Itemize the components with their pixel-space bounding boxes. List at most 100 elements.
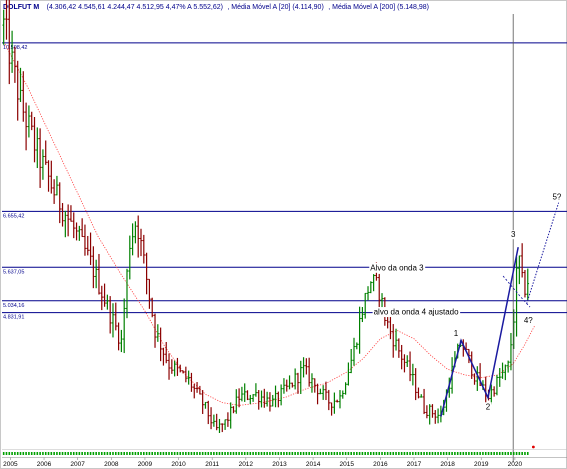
volume-bar xyxy=(33,452,36,455)
volume-bar xyxy=(524,452,526,455)
volume-bar xyxy=(431,452,434,455)
volume-bar xyxy=(512,452,515,455)
volume-bar xyxy=(207,452,210,455)
volume-bar xyxy=(403,452,406,455)
volume-bar xyxy=(521,452,523,455)
volume-bar xyxy=(288,452,291,455)
volume-bar xyxy=(159,452,162,455)
volume-bar xyxy=(274,452,277,455)
volume-bar xyxy=(95,452,97,455)
volume-bar xyxy=(361,452,364,455)
volume-bar xyxy=(311,452,313,455)
volume-bar xyxy=(507,452,509,455)
volume-bar xyxy=(381,452,383,455)
volume-bar xyxy=(100,452,103,455)
volume-bar xyxy=(252,452,254,455)
volume-bar xyxy=(356,452,358,455)
volume-bar xyxy=(232,452,235,455)
current-bar-marker xyxy=(531,445,535,449)
volume-bar xyxy=(344,452,347,455)
ma200-readout: , Média Móvel A [200] (5.148,98) xyxy=(328,4,429,11)
volume-bar xyxy=(137,452,140,455)
volume-bar xyxy=(89,452,92,455)
volume-bar xyxy=(423,452,425,455)
volume-bar xyxy=(442,452,445,455)
volume-bar xyxy=(327,452,330,455)
volume-bar xyxy=(120,452,123,455)
volume-bar xyxy=(11,452,13,455)
volume-bar xyxy=(2,452,5,455)
volume-bar xyxy=(58,452,61,455)
volume-bar xyxy=(266,452,268,455)
volume-bar xyxy=(504,452,507,455)
volume-bar xyxy=(171,452,173,455)
volume-bar xyxy=(459,452,462,455)
volume-bar xyxy=(204,452,207,455)
volume-bar xyxy=(218,452,221,455)
volume-bar xyxy=(367,452,369,455)
volume-bar xyxy=(25,452,27,455)
volume-bar xyxy=(336,452,338,455)
volume-bar xyxy=(72,452,75,455)
volume-bar xyxy=(36,452,39,455)
volume-bar xyxy=(193,452,196,455)
volume-bar xyxy=(313,452,316,455)
volume-bar xyxy=(339,452,341,455)
chart-window[interactable]: DOLFUT M (4.306,42 4.545,61 4.244,47 4.5… xyxy=(0,0,567,469)
volume-bar xyxy=(316,452,319,455)
volume-bar xyxy=(294,452,296,455)
volume-bar xyxy=(157,452,159,455)
volume-bar xyxy=(297,452,299,455)
x-tick-label: 2016 xyxy=(373,461,388,468)
volume-bar xyxy=(518,452,521,455)
volume-bar xyxy=(392,452,395,455)
x-tick-label: 2005 xyxy=(3,461,18,468)
target-annotation: alvo da onda 4 ajustado xyxy=(374,308,460,317)
volume-bar xyxy=(269,452,271,455)
volume-bar xyxy=(201,452,204,455)
volume-bar xyxy=(114,452,117,455)
volume-bar xyxy=(510,452,512,455)
volume-bar xyxy=(428,452,431,455)
volume-bar xyxy=(227,452,229,455)
x-tick-label: 2006 xyxy=(37,461,52,468)
volume-bar xyxy=(285,452,288,455)
volume-bar xyxy=(302,452,305,455)
volume-bar xyxy=(109,452,111,455)
level-label: 6.655,42 xyxy=(3,213,24,219)
volume-bar xyxy=(53,452,55,455)
volume-bar xyxy=(482,452,484,455)
volume-bar xyxy=(398,452,400,455)
volume-bar xyxy=(210,452,212,455)
x-tick-label: 2017 xyxy=(407,461,422,468)
volume-bar xyxy=(185,452,187,455)
volume-bar xyxy=(106,452,109,455)
volume-bar xyxy=(162,452,165,455)
x-tick-label: 2018 xyxy=(440,461,455,468)
volume-bar xyxy=(386,452,389,455)
volume-bar xyxy=(140,452,142,455)
volume-bar xyxy=(44,452,47,455)
volume-bar xyxy=(358,452,361,455)
volume-bar xyxy=(148,452,151,455)
price-chart[interactable]: DOLFUT M (4.306,42 4.545,61 4.244,47 4.5… xyxy=(0,0,567,469)
volume-bar xyxy=(235,452,238,455)
volume-bar xyxy=(414,452,417,455)
volume-bar xyxy=(47,452,50,455)
volume-bar xyxy=(426,452,428,455)
volume-bar xyxy=(61,452,64,455)
volume-bar xyxy=(5,452,8,455)
volume-bar xyxy=(243,452,246,455)
volume-bar xyxy=(70,452,72,455)
volume-bar xyxy=(16,452,19,455)
volume-bar xyxy=(67,452,69,455)
volume-bar xyxy=(280,452,282,455)
volume-bar xyxy=(224,452,226,455)
x-tick-label: 2020 xyxy=(508,461,523,468)
level-label: 5.034,16 xyxy=(3,303,24,309)
x-tick-label: 2009 xyxy=(138,461,153,468)
volume-bar xyxy=(215,452,218,455)
volume-bar xyxy=(260,452,263,455)
volume-bar xyxy=(400,452,403,455)
volume-bar xyxy=(19,452,22,455)
